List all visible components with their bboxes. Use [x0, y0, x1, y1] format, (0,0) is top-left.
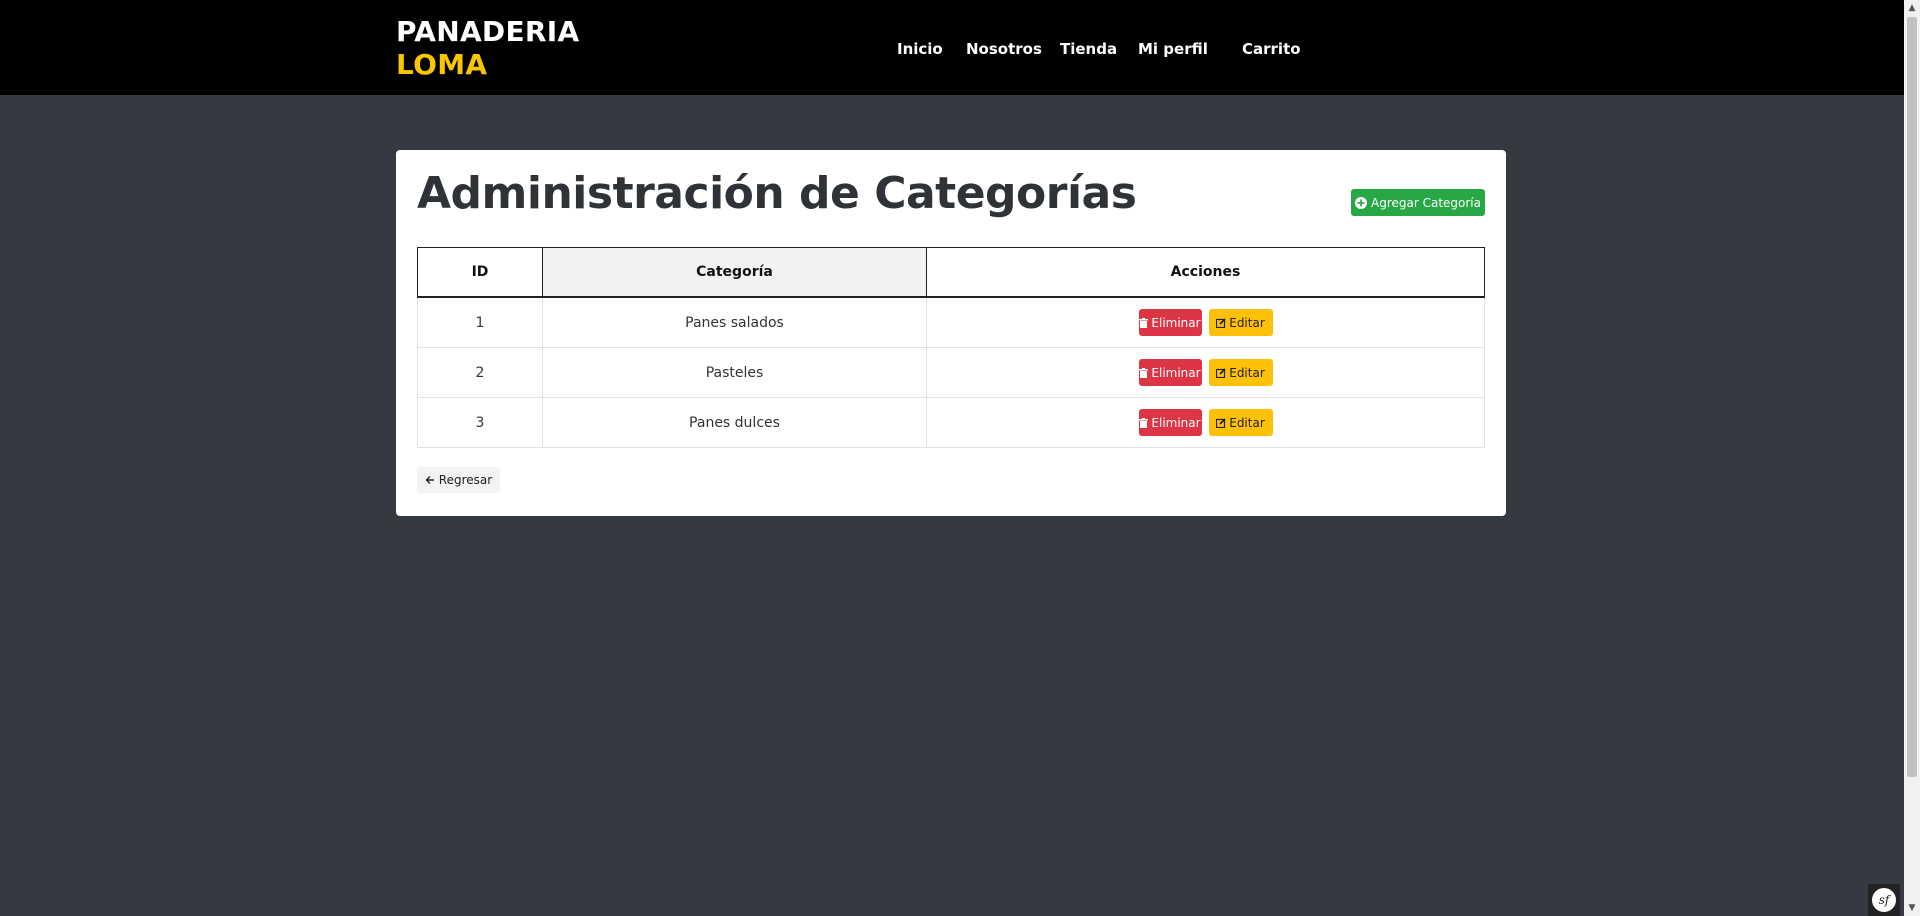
symfony-toolbar-toggle[interactable]: sf: [1868, 884, 1900, 916]
column-header-category: Categoría: [542, 247, 927, 298]
back-label: Regresar: [438, 473, 493, 487]
scroll-down-icon[interactable]: ▼: [1904, 900, 1920, 916]
symfony-icon: sf: [1872, 888, 1896, 912]
table-header-row: ID Categoría Acciones: [417, 247, 1485, 298]
cell-actions: Eliminar Editar: [926, 397, 1485, 448]
cell-id: 3: [417, 397, 543, 448]
column-header-actions: Acciones: [926, 247, 1485, 298]
delete-label: Eliminar: [1151, 415, 1201, 430]
edit-label: Editar: [1229, 365, 1265, 380]
nav-item-inicio[interactable]: Inicio: [897, 40, 943, 58]
table-row: 2 Pasteles Eliminar Editar: [417, 347, 1485, 398]
edit-icon: [1216, 367, 1226, 378]
brand-line-2: LOMA: [396, 48, 488, 81]
edit-button[interactable]: Editar: [1208, 309, 1273, 336]
add-category-label: Agregar Categoría: [1371, 195, 1481, 210]
trash-icon: [1139, 367, 1149, 378]
trash-icon: [1139, 317, 1149, 328]
edit-button[interactable]: Editar: [1208, 359, 1273, 386]
cell-actions: Eliminar Editar: [926, 296, 1485, 348]
page: PANADERIA LOMA Inicio Nosotros Tienda Mi…: [0, 0, 1920, 916]
edit-icon: [1216, 317, 1226, 328]
nav-item-nosotros[interactable]: Nosotros: [966, 40, 1042, 58]
cell-category: Pasteles: [542, 347, 927, 398]
delete-button[interactable]: Eliminar: [1138, 409, 1202, 436]
cell-category: Panes salados: [542, 296, 927, 348]
nav-item-tienda[interactable]: Tienda: [1060, 40, 1117, 58]
edit-icon: [1216, 417, 1226, 428]
table-row: 1 Panes salados Eliminar Editar: [417, 296, 1485, 348]
scroll-up-icon[interactable]: ▲: [1904, 0, 1920, 16]
categories-table: ID Categoría Acciones 1 Panes salados El…: [417, 247, 1485, 448]
delete-button[interactable]: Eliminar: [1138, 309, 1202, 336]
delete-label: Eliminar: [1151, 365, 1201, 380]
cell-id: 2: [417, 347, 543, 398]
page-title: Administración de Categorías: [417, 168, 1137, 219]
edit-label: Editar: [1229, 415, 1265, 430]
cell-actions: Eliminar Editar: [926, 347, 1485, 398]
add-category-button[interactable]: Agregar Categoría: [1351, 189, 1485, 216]
edit-label: Editar: [1229, 315, 1265, 330]
edit-button[interactable]: Editar: [1208, 409, 1273, 436]
plus-circle-icon: [1355, 196, 1367, 209]
admin-card: Administración de Categorías Agregar Cat…: [396, 150, 1506, 516]
delete-button[interactable]: Eliminar: [1138, 359, 1202, 386]
delete-label: Eliminar: [1151, 315, 1201, 330]
column-header-id: ID: [417, 247, 543, 298]
arrow-left-icon: [425, 476, 434, 484]
cell-category: Panes dulces: [542, 397, 927, 448]
nav-item-carrito[interactable]: Carrito: [1242, 40, 1301, 58]
site-header: PANADERIA LOMA Inicio Nosotros Tienda Mi…: [0, 0, 1904, 95]
trash-icon: [1139, 417, 1149, 428]
cell-id: 1: [417, 296, 543, 348]
table-row: 3 Panes dulces Eliminar Editar: [417, 397, 1485, 448]
nav-item-mi-perfil[interactable]: Mi perfil: [1138, 40, 1208, 58]
vertical-scrollbar[interactable]: ▲ ▼: [1904, 0, 1920, 916]
back-button[interactable]: Regresar: [417, 467, 500, 493]
brand-line-1: PANADERIA: [396, 15, 580, 48]
brand-logo[interactable]: PANADERIA LOMA: [396, 15, 579, 81]
scroll-thumb[interactable]: [1907, 17, 1917, 777]
